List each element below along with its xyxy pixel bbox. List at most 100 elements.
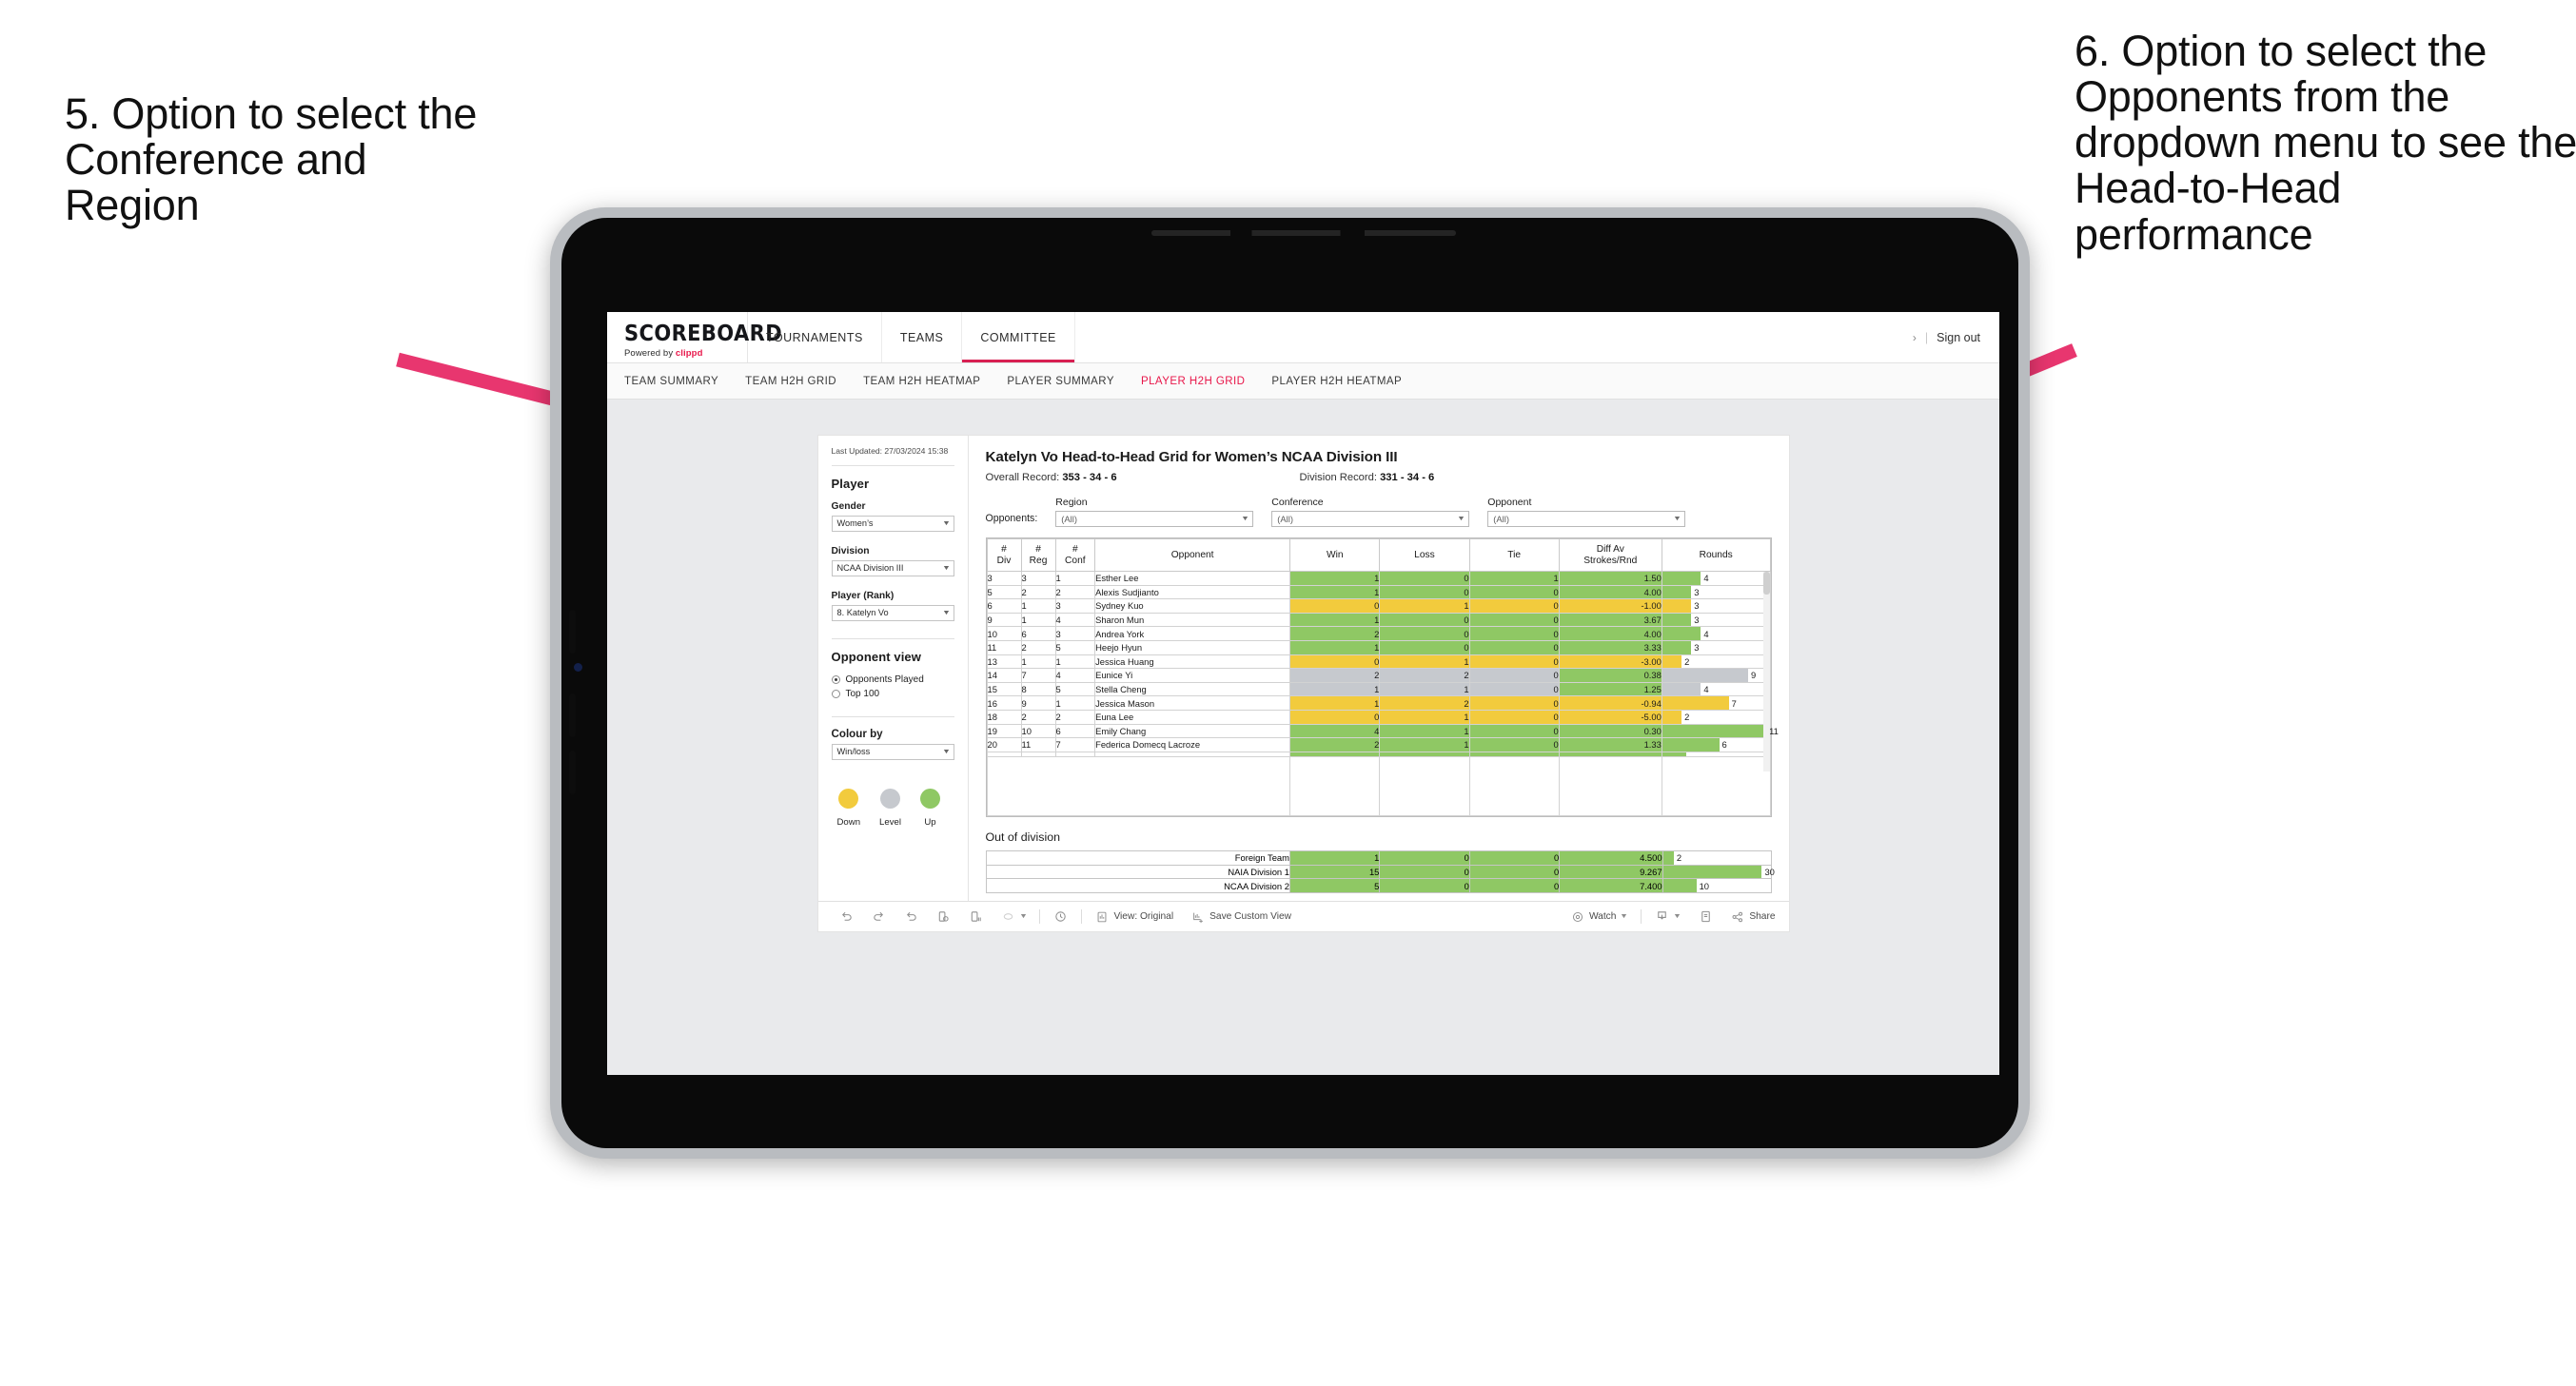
player-rank-select[interactable]: 8. Katelyn Vo ▼ bbox=[831, 604, 954, 621]
table-row[interactable]: 19 10 6 Emily Chang 4 1 0 0.30 11 bbox=[986, 723, 1779, 739]
opponent-select[interactable]: (All) ▼ bbox=[1487, 511, 1686, 527]
table-row[interactable]: 20 11 7 Federica Domecq Lacroze 2 1 0 1.33 6 bbox=[986, 737, 1771, 752]
power-button[interactable] bbox=[569, 751, 576, 794]
topnav-tournaments[interactable]: TOURNAMENTS bbox=[748, 312, 882, 362]
division-label: Division bbox=[831, 545, 870, 556]
chevron-down-icon[interactable]: ▼ bbox=[1018, 913, 1027, 920]
refresh-data-icon[interactable] bbox=[936, 909, 951, 924]
chevron-down-icon: ▼ bbox=[1673, 516, 1682, 522]
region-select[interactable]: (All) ▼ bbox=[1055, 511, 1254, 527]
rounds-bar bbox=[1662, 585, 1692, 599]
tab-team-h2h-grid[interactable]: TEAM H2H GRID bbox=[745, 376, 836, 387]
filter-conference: Conference (All) ▼ bbox=[1271, 497, 1470, 527]
tab-player-h2h-grid[interactable]: PLAYER H2H GRID bbox=[1141, 376, 1245, 387]
table-cell: 18 bbox=[986, 709, 1022, 725]
table-cell: 4.500 bbox=[1559, 849, 1663, 866]
save-custom-view-label: Save Custom View bbox=[1209, 911, 1291, 923]
tab-team-summary[interactable]: TEAM SUMMARY bbox=[624, 376, 718, 387]
rounds-value: 4 bbox=[1703, 684, 1709, 695]
view-original-label: View: Original bbox=[1113, 911, 1174, 923]
view-original-button[interactable]: View: Original bbox=[1095, 910, 1173, 924]
table-row[interactable]: 11 2 5 Heejo Hyun 1 0 0 3.33 3 bbox=[986, 639, 1771, 655]
table-row[interactable]: NCAA Division 2 5 0 0 7.400 10 bbox=[985, 878, 1772, 894]
gender-label: Gender bbox=[831, 500, 866, 512]
table-cell: Federica Domecq Lacroze bbox=[1094, 737, 1291, 752]
signout-area[interactable]: › | Sign out bbox=[1913, 312, 1999, 362]
scrollbar-thumb[interactable] bbox=[1762, 572, 1770, 595]
table-cell: -3.00 bbox=[1558, 654, 1662, 670]
opponents-label: Opponents: bbox=[985, 513, 1038, 524]
table-cell: 7.400 bbox=[1559, 878, 1663, 894]
brand-logo[interactable]: SCOREBOARD Powered by clippd bbox=[607, 312, 782, 362]
table-cell: 14 bbox=[986, 668, 1022, 683]
table-row[interactable]: 10 6 3 Andrea York 2 0 0 4.00 4 bbox=[986, 626, 1771, 641]
tab-team-h2h-heatmap[interactable]: TEAM H2H HEATMAP bbox=[863, 376, 980, 387]
tab-player-summary[interactable]: PLAYER SUMMARY bbox=[1007, 376, 1114, 387]
chevron-down-icon: ▼ bbox=[1457, 516, 1466, 522]
table-row[interactable]: 18 2 2 Euna Lee 0 1 0 -5.00 2 bbox=[986, 709, 1771, 725]
table-row[interactable]: 5 2 2 Alexis Sudjianto 1 0 0 4.00 3 bbox=[986, 584, 1771, 600]
table-cell: NCAA Division 2 bbox=[985, 878, 1290, 894]
topnav-committee[interactable]: COMMITTEE bbox=[962, 312, 1075, 362]
filters-sidebar: Last Updated: 27/03/2024 15:38 Player Ge… bbox=[818, 436, 969, 902]
colour-by-select[interactable]: Win/loss ▼ bbox=[831, 743, 954, 760]
table-cell: 5 bbox=[1054, 681, 1096, 697]
grid-header: #Div #Reg #Conf Opponent Win Loss Tie bbox=[986, 538, 1771, 572]
chevron-down-icon[interactable]: ▼ bbox=[1673, 913, 1681, 920]
table-row[interactable]: NAIA Division 1 15 0 0 9.267 30 bbox=[985, 864, 1775, 880]
topnav-spacer bbox=[1075, 312, 1913, 362]
table-row[interactable]: Foreign Team 1 0 0 4.500 2 bbox=[985, 849, 1772, 866]
grid-blank-row bbox=[986, 755, 1771, 816]
table-row[interactable]: 6 1 3 Sydney Kuo 0 1 0 -1.00 3 bbox=[986, 598, 1771, 614]
volume-down-button[interactable] bbox=[569, 693, 576, 737]
conference-select[interactable]: (All) ▼ bbox=[1271, 511, 1470, 527]
table-cell: -1.00 bbox=[1558, 598, 1662, 614]
table-cell: 1 bbox=[1054, 695, 1096, 711]
blank-cell bbox=[986, 755, 1291, 816]
table-cell: 1.50 bbox=[1558, 571, 1662, 586]
table-row[interactable]: 15 8 5 Stella Cheng 1 1 0 1.25 4 bbox=[986, 681, 1771, 697]
radio-opponents-played[interactable]: Opponents Played bbox=[831, 674, 954, 685]
table-cell: 0 bbox=[1289, 709, 1381, 725]
gender-select[interactable]: Women’s ▼ bbox=[831, 515, 954, 532]
divider: | bbox=[1924, 330, 1929, 344]
topnav-teams[interactable]: TEAMS bbox=[882, 312, 963, 362]
fullscreen-icon[interactable] bbox=[1699, 909, 1713, 924]
redo-icon[interactable] bbox=[872, 909, 886, 924]
pause-data-icon[interactable] bbox=[969, 909, 983, 924]
revert-icon[interactable] bbox=[904, 909, 918, 924]
table-row[interactable]: 3 3 1 Esther Lee 1 0 1 1.50 4 bbox=[986, 571, 1771, 586]
save-custom-view-button[interactable]: Save Custom View bbox=[1191, 910, 1291, 924]
table-cell: -5.00 bbox=[1558, 709, 1662, 725]
download-icon[interactable] bbox=[1655, 909, 1669, 924]
rounds-bar bbox=[1662, 654, 1682, 669]
opponent-view-heading: Opponent view bbox=[831, 649, 921, 664]
volume-up-button[interactable] bbox=[569, 610, 576, 654]
rounds-bar-cell: 9 bbox=[1661, 668, 1771, 683]
table-row[interactable]: 9 1 4 Sharon Mun 1 0 0 3.67 3 bbox=[986, 612, 1771, 628]
col-win: Win bbox=[1289, 538, 1381, 572]
table-cell: 4 bbox=[1289, 723, 1381, 739]
chevron-down-icon: ▼ bbox=[941, 609, 951, 616]
table-cell: 2 bbox=[1054, 584, 1096, 600]
division-value: NCAA Division III bbox=[836, 563, 904, 574]
undo-icon[interactable] bbox=[839, 909, 854, 924]
tab-player-h2h-heatmap[interactable]: PLAYER H2H HEATMAP bbox=[1271, 376, 1402, 387]
rounds-bar bbox=[1662, 599, 1692, 613]
reset-icon[interactable] bbox=[1001, 909, 1015, 924]
table-row[interactable]: 14 7 4 Eunice Yi 2 2 0 0.38 9 bbox=[986, 668, 1771, 683]
sign-out-link[interactable]: Sign out bbox=[1937, 331, 1980, 344]
pause-refresh-icon[interactable] bbox=[1053, 909, 1068, 924]
chevron-down-icon[interactable]: ▼ bbox=[1620, 913, 1628, 920]
watch-button[interactable]: Watch ▼ bbox=[1571, 910, 1628, 924]
share-button[interactable]: Share bbox=[1731, 910, 1776, 924]
divider bbox=[831, 637, 954, 639]
rounds-bar bbox=[1662, 865, 1762, 879]
division-select[interactable]: NCAA Division III ▼ bbox=[831, 559, 954, 576]
grid-scrollbar[interactable] bbox=[1762, 572, 1770, 771]
gender-value: Women’s bbox=[836, 518, 874, 529]
table-row[interactable]: 16 9 1 Jessica Mason 1 2 0 -0.94 7 bbox=[986, 695, 1771, 711]
table-row[interactable]: 13 1 1 Jessica Huang 0 1 0 -3.00 2 bbox=[986, 654, 1771, 670]
radio-top-100[interactable]: Top 100 bbox=[831, 689, 954, 699]
rounds-value: 3 bbox=[1694, 642, 1700, 654]
